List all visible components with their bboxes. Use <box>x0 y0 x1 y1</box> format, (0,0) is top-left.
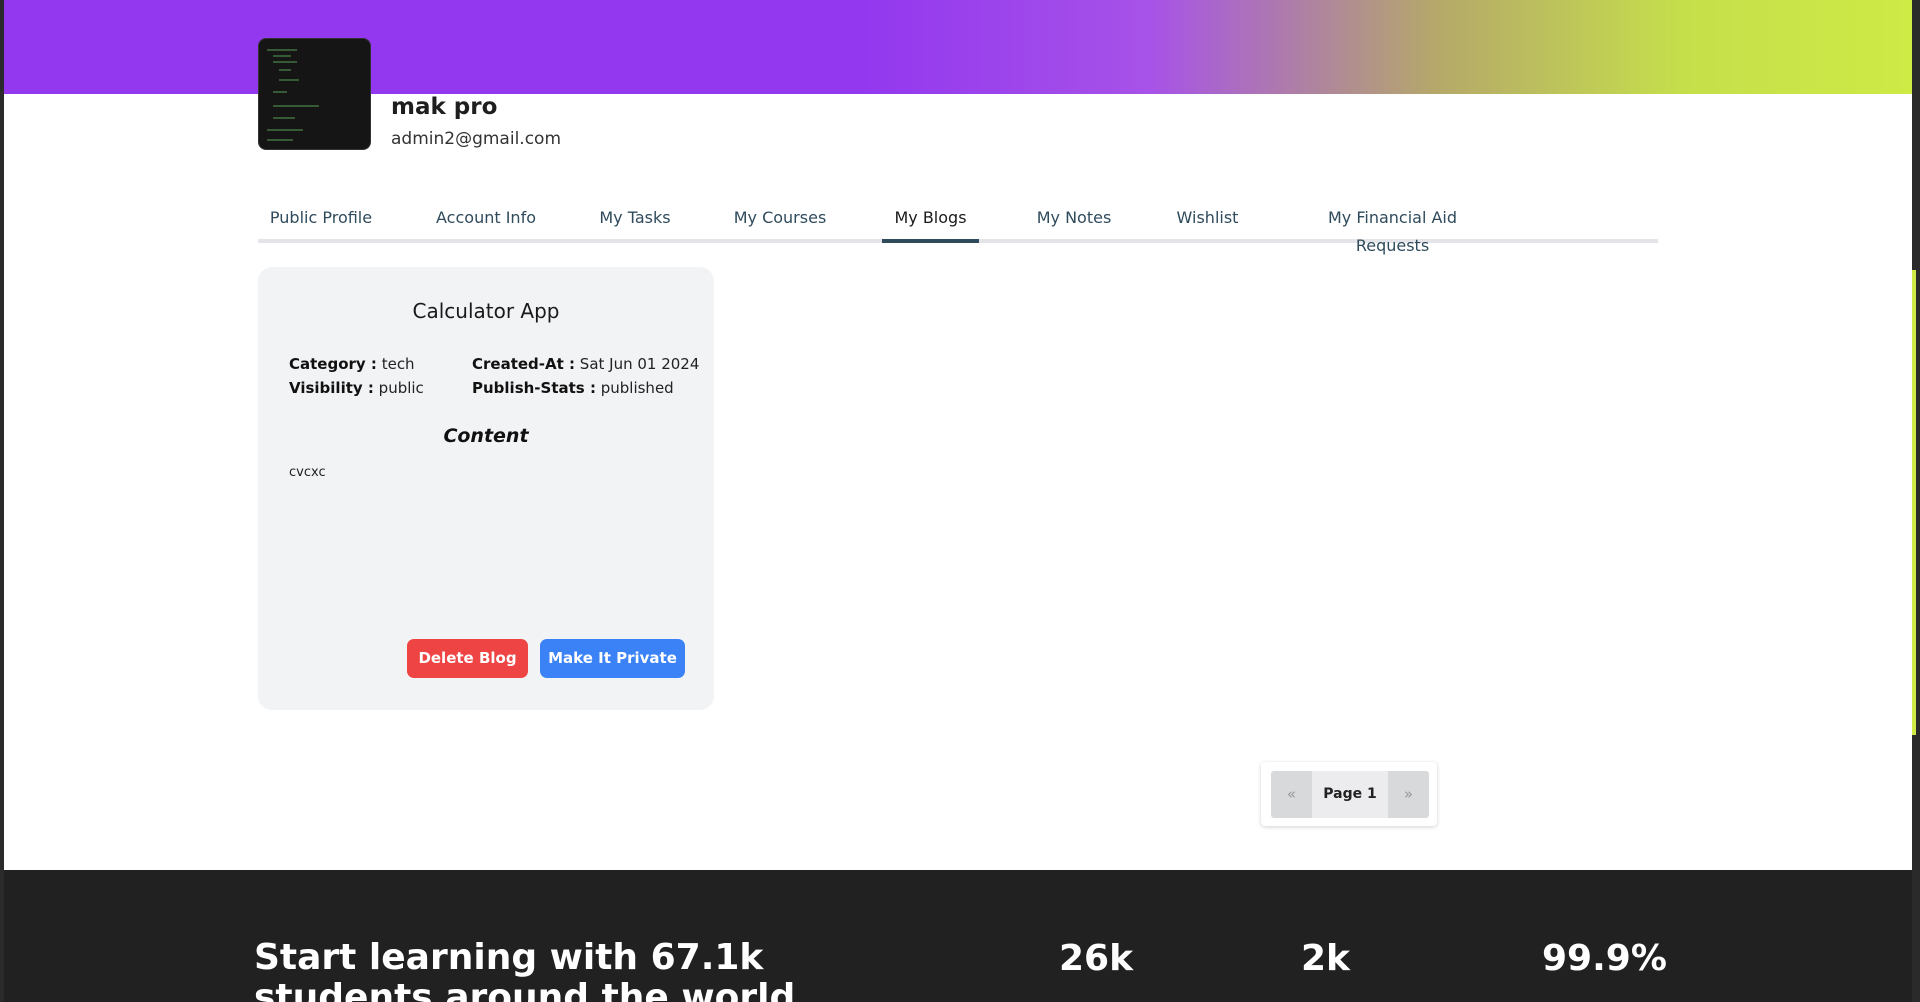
blog-category: Category : tech <box>289 355 415 373</box>
scrollbar[interactable] <box>1912 270 1916 735</box>
pagination: « Page 1 » <box>1261 762 1437 826</box>
tab-my-notes[interactable]: My Notes <box>1025 204 1123 243</box>
profile-name: mak pro <box>391 94 498 120</box>
stat-value: 2k <box>1301 938 1350 979</box>
avatar <box>258 38 371 150</box>
blog-visibility: Visibility : public <box>289 379 424 397</box>
publish-value: published <box>600 379 674 397</box>
stat-value: 99.9% <box>1542 938 1667 979</box>
tab-my-blogs[interactable]: My Blogs <box>882 204 979 243</box>
prev-page-button[interactable]: « <box>1271 771 1312 818</box>
tab-wishlist[interactable]: Wishlist <box>1166 204 1249 243</box>
next-page-button[interactable]: » <box>1388 771 1429 818</box>
blog-content: cvcxc <box>289 465 326 480</box>
tab-financial-aid[interactable]: My Financial Aid Requests <box>1290 204 1495 255</box>
delete-blog-button[interactable]: Delete Blog <box>407 639 528 678</box>
tab-my-tasks[interactable]: My Tasks <box>588 204 682 243</box>
make-private-button[interactable]: Make It Private <box>540 639 685 678</box>
footer-heading: Start learning with 67.1k students aroun… <box>254 937 796 1002</box>
publish-label: Publish-Stats : <box>472 379 596 397</box>
visibility-value: public <box>378 379 424 397</box>
footer: Start learning with 67.1k students aroun… <box>4 870 1912 1002</box>
created-value: Sat Jun 01 2024 <box>579 355 700 373</box>
category-value: tech <box>381 355 415 373</box>
blog-publish-status: Publish-Stats : published <box>472 379 674 397</box>
stat-value: 26k <box>1059 938 1134 979</box>
blog-created-at: Created-At : Sat Jun 01 2024 <box>472 355 699 373</box>
category-label: Category : <box>289 355 377 373</box>
page: mak pro admin2@gmail.com Public Profile … <box>4 0 1912 1002</box>
visibility-label: Visibility : <box>289 379 374 397</box>
tab-my-courses[interactable]: My Courses <box>725 204 835 243</box>
blog-title: Calculator App <box>412 299 560 323</box>
page-indicator: Page 1 <box>1312 771 1388 818</box>
tab-account-info[interactable]: Account Info <box>426 204 546 243</box>
tab-public-profile[interactable]: Public Profile <box>258 204 384 243</box>
profile-tabs: Public Profile Account Info My Tasks My … <box>258 204 1658 255</box>
profile-email: admin2@gmail.com <box>391 129 562 149</box>
content-heading: Content <box>443 425 529 447</box>
created-label: Created-At : <box>472 355 576 373</box>
blog-card: Calculator App Category : tech Visibilit… <box>258 267 714 710</box>
